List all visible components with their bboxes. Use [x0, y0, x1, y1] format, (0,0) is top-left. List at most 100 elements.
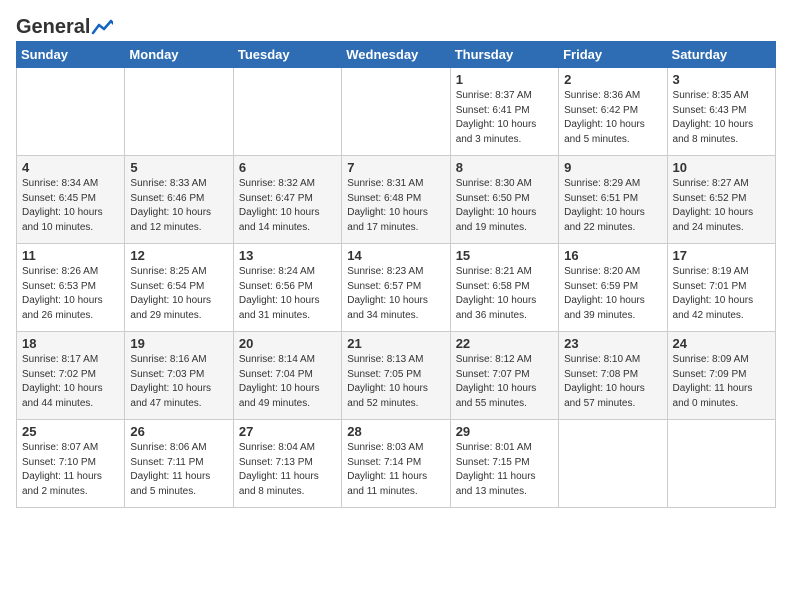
- calendar-cell: [233, 68, 341, 156]
- day-info: Sunrise: 8:30 AM Sunset: 6:50 PM Dayligh…: [456, 177, 553, 235]
- day-number: 24: [673, 336, 770, 351]
- day-info: Sunrise: 8:17 AM Sunset: 7:02 PM Dayligh…: [22, 353, 119, 411]
- day-info: Sunrise: 8:23 AM Sunset: 6:57 PM Dayligh…: [347, 265, 444, 323]
- calendar-cell: [667, 420, 775, 508]
- day-info: Sunrise: 8:31 AM Sunset: 6:48 PM Dayligh…: [347, 177, 444, 235]
- calendar-cell: 14 Sunrise: 8:23 AM Sunset: 6:57 PM Dayli…: [342, 244, 450, 332]
- day-number: 17: [673, 248, 770, 263]
- weekday-header-thursday: Thursday: [450, 42, 558, 68]
- day-info: Sunrise: 8:06 AM Sunset: 7:11 PM Dayligh…: [130, 441, 227, 499]
- day-number: 4: [22, 160, 119, 175]
- day-number: 19: [130, 336, 227, 351]
- logo: General: [16, 16, 113, 35]
- weekday-header-saturday: Saturday: [667, 42, 775, 68]
- day-info: Sunrise: 8:29 AM Sunset: 6:51 PM Dayligh…: [564, 177, 661, 235]
- calendar-cell: 9 Sunrise: 8:29 AM Sunset: 6:51 PM Daylig…: [559, 156, 667, 244]
- calendar-cell: 19 Sunrise: 8:16 AM Sunset: 7:03 PM Dayli…: [125, 332, 233, 420]
- day-number: 2: [564, 72, 661, 87]
- day-info: Sunrise: 8:33 AM Sunset: 6:46 PM Dayligh…: [130, 177, 227, 235]
- day-number: 29: [456, 424, 553, 439]
- calendar-cell: 23 Sunrise: 8:10 AM Sunset: 7:08 PM Dayli…: [559, 332, 667, 420]
- day-number: 22: [456, 336, 553, 351]
- calendar-cell: 27 Sunrise: 8:04 AM Sunset: 7:13 PM Dayli…: [233, 420, 341, 508]
- weekday-header-tuesday: Tuesday: [233, 42, 341, 68]
- logo-bird-icon: [91, 19, 113, 37]
- calendar-cell: 21 Sunrise: 8:13 AM Sunset: 7:05 PM Dayli…: [342, 332, 450, 420]
- day-info: Sunrise: 8:07 AM Sunset: 7:10 PM Dayligh…: [22, 441, 119, 499]
- day-number: 14: [347, 248, 444, 263]
- calendar-cell: 6 Sunrise: 8:32 AM Sunset: 6:47 PM Daylig…: [233, 156, 341, 244]
- day-number: 6: [239, 160, 336, 175]
- calendar-cell: 4 Sunrise: 8:34 AM Sunset: 6:45 PM Daylig…: [17, 156, 125, 244]
- day-info: Sunrise: 8:21 AM Sunset: 6:58 PM Dayligh…: [456, 265, 553, 323]
- day-number: 3: [673, 72, 770, 87]
- day-number: 16: [564, 248, 661, 263]
- calendar-cell: 17 Sunrise: 8:19 AM Sunset: 7:01 PM Dayli…: [667, 244, 775, 332]
- day-info: Sunrise: 8:10 AM Sunset: 7:08 PM Dayligh…: [564, 353, 661, 411]
- day-info: Sunrise: 8:26 AM Sunset: 6:53 PM Dayligh…: [22, 265, 119, 323]
- day-number: 27: [239, 424, 336, 439]
- calendar-cell: 12 Sunrise: 8:25 AM Sunset: 6:54 PM Dayli…: [125, 244, 233, 332]
- day-info: Sunrise: 8:34 AM Sunset: 6:45 PM Dayligh…: [22, 177, 119, 235]
- day-info: Sunrise: 8:27 AM Sunset: 6:52 PM Dayligh…: [673, 177, 770, 235]
- calendar-cell: 8 Sunrise: 8:30 AM Sunset: 6:50 PM Daylig…: [450, 156, 558, 244]
- day-info: Sunrise: 8:37 AM Sunset: 6:41 PM Dayligh…: [456, 89, 553, 147]
- calendar-cell: [125, 68, 233, 156]
- calendar-cell: [342, 68, 450, 156]
- day-number: 15: [456, 248, 553, 263]
- calendar-cell: 29 Sunrise: 8:01 AM Sunset: 7:15 PM Dayli…: [450, 420, 558, 508]
- day-info: Sunrise: 8:35 AM Sunset: 6:43 PM Dayligh…: [673, 89, 770, 147]
- calendar-cell: 11 Sunrise: 8:26 AM Sunset: 6:53 PM Dayli…: [17, 244, 125, 332]
- calendar-cell: 3 Sunrise: 8:35 AM Sunset: 6:43 PM Daylig…: [667, 68, 775, 156]
- calendar-cell: [559, 420, 667, 508]
- day-info: Sunrise: 8:19 AM Sunset: 7:01 PM Dayligh…: [673, 265, 770, 323]
- day-number: 13: [239, 248, 336, 263]
- day-info: Sunrise: 8:04 AM Sunset: 7:13 PM Dayligh…: [239, 441, 336, 499]
- day-number: 10: [673, 160, 770, 175]
- day-number: 28: [347, 424, 444, 439]
- calendar-cell: 13 Sunrise: 8:24 AM Sunset: 6:56 PM Dayli…: [233, 244, 341, 332]
- day-number: 9: [564, 160, 661, 175]
- calendar-cell: 5 Sunrise: 8:33 AM Sunset: 6:46 PM Daylig…: [125, 156, 233, 244]
- calendar-cell: 26 Sunrise: 8:06 AM Sunset: 7:11 PM Dayli…: [125, 420, 233, 508]
- calendar-cell: 18 Sunrise: 8:17 AM Sunset: 7:02 PM Dayli…: [17, 332, 125, 420]
- calendar-cell: 28 Sunrise: 8:03 AM Sunset: 7:14 PM Dayli…: [342, 420, 450, 508]
- weekday-header-friday: Friday: [559, 42, 667, 68]
- calendar-cell: 20Sunrise: 8:14 AM Sunset: 7:04 PM Dayli…: [233, 332, 341, 420]
- day-number: 25: [22, 424, 119, 439]
- weekday-header-sunday: Sunday: [17, 42, 125, 68]
- day-number: 18: [22, 336, 119, 351]
- day-info: Sunrise: 8:12 AM Sunset: 7:07 PM Dayligh…: [456, 353, 553, 411]
- day-info: Sunrise: 8:13 AM Sunset: 7:05 PM Dayligh…: [347, 353, 444, 411]
- calendar-table: SundayMondayTuesdayWednesdayThursdayFrid…: [16, 41, 776, 508]
- calendar-cell: 1 Sunrise: 8:37 AM Sunset: 6:41 PM Daylig…: [450, 68, 558, 156]
- day-info: Sunrise: 8:24 AM Sunset: 6:56 PM Dayligh…: [239, 265, 336, 323]
- weekday-header-wednesday: Wednesday: [342, 42, 450, 68]
- calendar-cell: [17, 68, 125, 156]
- calendar-cell: 22 Sunrise: 8:12 AM Sunset: 7:07 PM Dayli…: [450, 332, 558, 420]
- day-number: 23: [564, 336, 661, 351]
- day-number: 5: [130, 160, 227, 175]
- header: General: [16, 16, 776, 35]
- day-number: 7: [347, 160, 444, 175]
- day-info: Sunrise: 8:16 AM Sunset: 7:03 PM Dayligh…: [130, 353, 227, 411]
- calendar-cell: 10 Sunrise: 8:27 AM Sunset: 6:52 PM Dayli…: [667, 156, 775, 244]
- day-info: Sunrise: 8:01 AM Sunset: 7:15 PM Dayligh…: [456, 441, 553, 499]
- day-info: Sunrise: 8:14 AM Sunset: 7:04 PM Dayligh…: [239, 353, 336, 411]
- day-info: Sunrise: 8:20 AM Sunset: 6:59 PM Dayligh…: [564, 265, 661, 323]
- day-info: Sunrise: 8:36 AM Sunset: 6:42 PM Dayligh…: [564, 89, 661, 147]
- day-number: 12: [130, 248, 227, 263]
- calendar-cell: 25 Sunrise: 8:07 AM Sunset: 7:10 PM Dayli…: [17, 420, 125, 508]
- logo-general: General: [16, 16, 90, 39]
- day-number: 1: [456, 72, 553, 87]
- day-info: Sunrise: 8:25 AM Sunset: 6:54 PM Dayligh…: [130, 265, 227, 323]
- day-number: 8: [456, 160, 553, 175]
- day-info: Sunrise: 8:32 AM Sunset: 6:47 PM Dayligh…: [239, 177, 336, 235]
- calendar-cell: 16 Sunrise: 8:20 AM Sunset: 6:59 PM Dayli…: [559, 244, 667, 332]
- day-info: Sunrise: 8:03 AM Sunset: 7:14 PM Dayligh…: [347, 441, 444, 499]
- calendar-cell: 2 Sunrise: 8:36 AM Sunset: 6:42 PM Daylig…: [559, 68, 667, 156]
- day-number: 11: [22, 248, 119, 263]
- calendar-cell: 7 Sunrise: 8:31 AM Sunset: 6:48 PM Daylig…: [342, 156, 450, 244]
- day-number: 26: [130, 424, 227, 439]
- day-number: 21: [347, 336, 444, 351]
